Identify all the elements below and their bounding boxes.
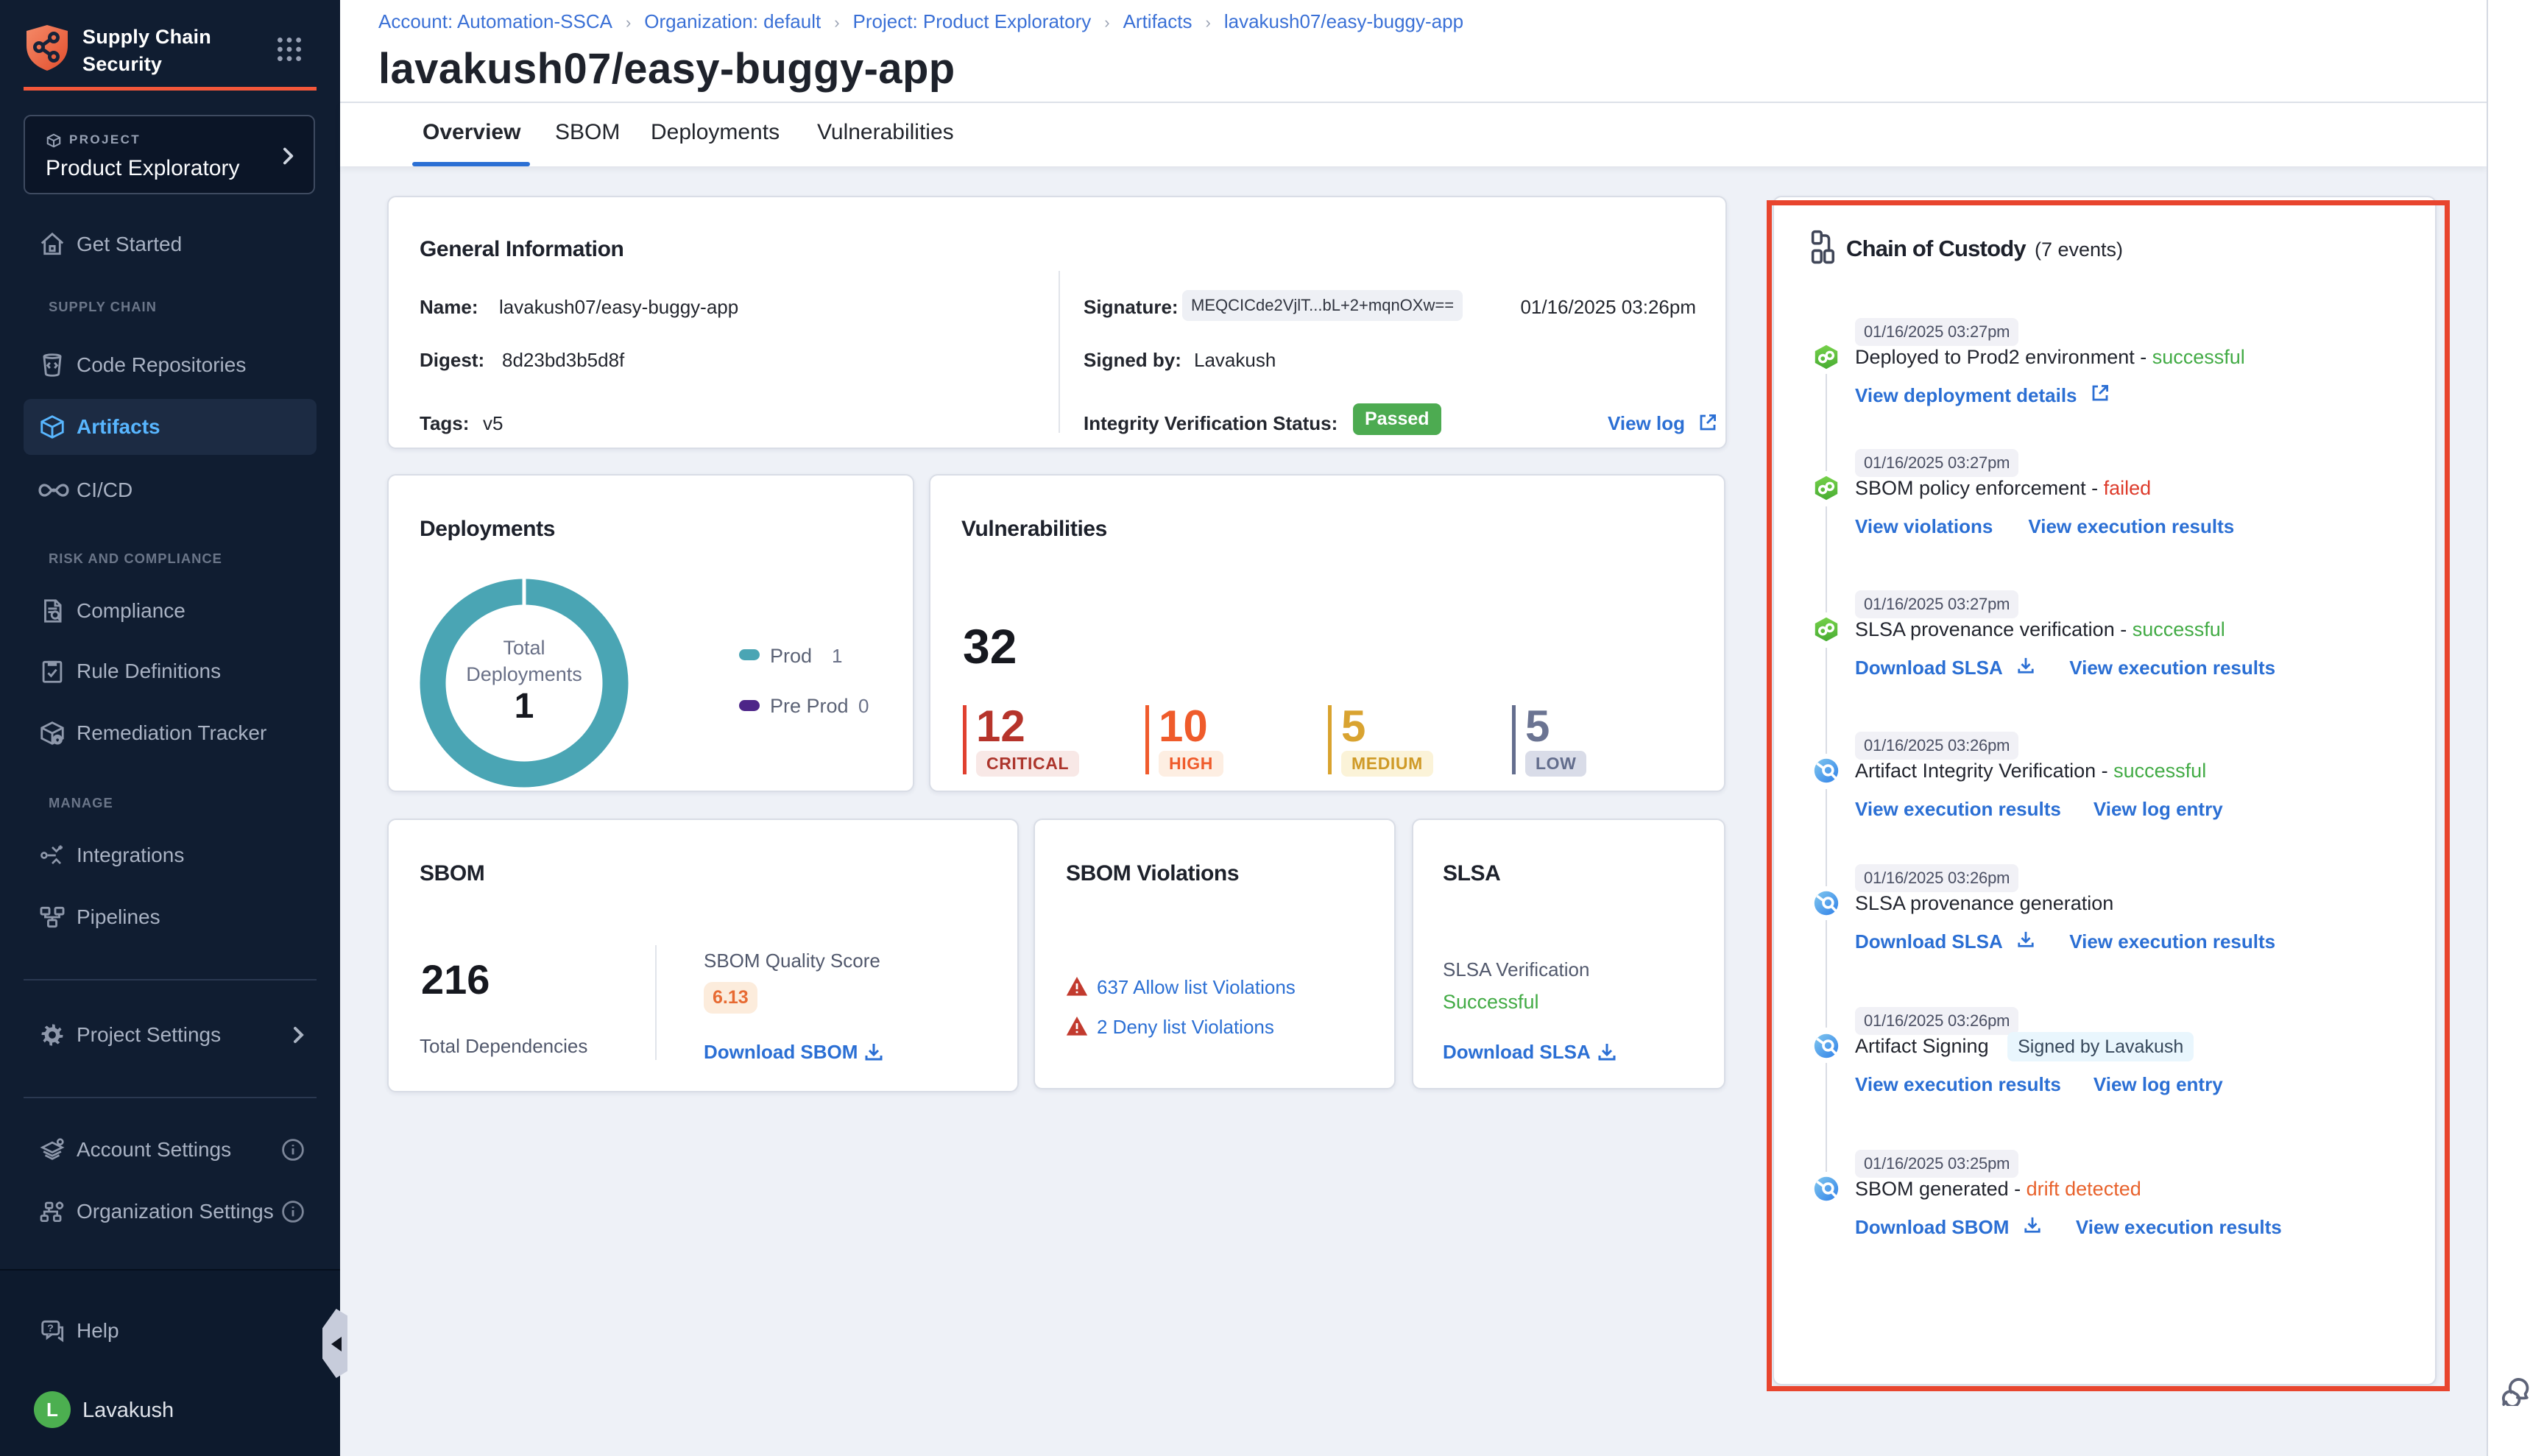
svg-text:?: ? [47,1323,54,1335]
